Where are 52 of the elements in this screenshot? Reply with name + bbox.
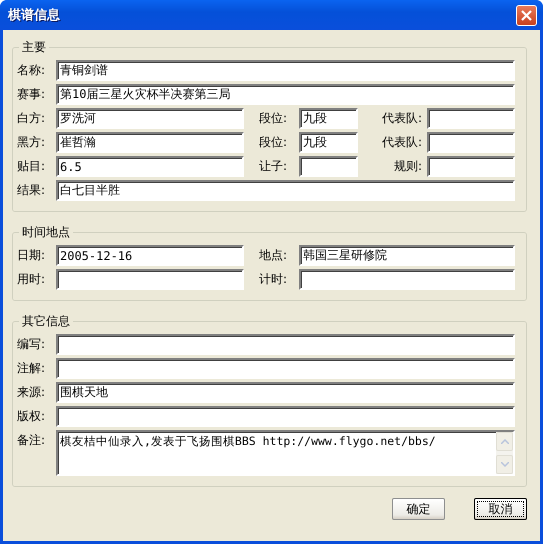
- close-button[interactable]: [516, 4, 537, 26]
- text-field[interactable]: 九段: [299, 132, 358, 153]
- field-label: 代表队:: [380, 134, 422, 151]
- field-label: 用时:: [17, 271, 46, 288]
- field-label: 来源:: [17, 384, 46, 401]
- group-title: 其它信息: [21, 313, 71, 330]
- notes-field[interactable]: 棋友桔中仙录入,发表于飞扬围棋BBS http://www.flygo.net/bbs/: [56, 430, 515, 476]
- field-label: 让子:: [259, 158, 288, 175]
- dialog-button[interactable]: 取消: [474, 498, 527, 520]
- text-field[interactable]: [299, 156, 358, 177]
- field-label: 编写:: [17, 336, 46, 353]
- dialog-button[interactable]: 确定: [392, 498, 445, 520]
- scrollbar[interactable]: [496, 432, 513, 474]
- text-field[interactable]: [56, 334, 515, 355]
- text-field[interactable]: [299, 269, 515, 290]
- field-label: 白方:: [17, 110, 46, 127]
- text-field[interactable]: [427, 108, 515, 129]
- field-label: 贴目:: [17, 158, 46, 175]
- field-label: 计时:: [259, 271, 288, 288]
- text-field[interactable]: 围棋天地: [56, 382, 515, 403]
- text-field[interactable]: [56, 406, 515, 427]
- field-label: 日期:: [17, 247, 46, 264]
- group-title: 时间地点: [21, 224, 71, 241]
- field-label: 名称:: [17, 62, 46, 79]
- text-field[interactable]: [56, 269, 244, 290]
- field-label: 黑方:: [17, 134, 46, 151]
- field-label: 代表队:: [380, 110, 422, 127]
- text-field[interactable]: [427, 156, 515, 177]
- text-field[interactable]: 6.5: [56, 156, 244, 177]
- text-field[interactable]: 青铜剑谱: [56, 60, 515, 81]
- text-field[interactable]: 第10届三星火灾杯半决赛第三局: [56, 84, 515, 105]
- field-label: 赛事:: [17, 86, 46, 103]
- text-field[interactable]: [56, 358, 515, 379]
- close-icon: [521, 10, 532, 20]
- text-field[interactable]: [427, 132, 515, 153]
- text-field[interactable]: 崔哲瀚: [56, 132, 244, 153]
- text-field[interactable]: 韩国三星研修院: [299, 245, 515, 266]
- window-title: 棋谱信息: [8, 6, 60, 24]
- field-label: 地点:: [259, 247, 288, 264]
- field-label: 段位:: [259, 110, 288, 127]
- text-field[interactable]: 2005-12-16: [56, 245, 244, 266]
- field-label: 备注:: [17, 432, 46, 449]
- notes-text: 棋友桔中仙录入,发表于飞扬围棋BBS http://www.flygo.net/bbs/: [59, 433, 437, 450]
- text-field[interactable]: 罗洗河: [56, 108, 244, 129]
- field-label: 版权:: [17, 408, 46, 425]
- text-field[interactable]: 九段: [299, 108, 358, 129]
- field-label: 段位:: [259, 134, 288, 151]
- field-label: 注解:: [17, 360, 46, 377]
- group-title: 主要: [21, 39, 47, 56]
- field-label: 规则:: [392, 158, 422, 175]
- field-label: 结果:: [17, 182, 46, 199]
- text-field[interactable]: 白七目半胜: [56, 180, 515, 201]
